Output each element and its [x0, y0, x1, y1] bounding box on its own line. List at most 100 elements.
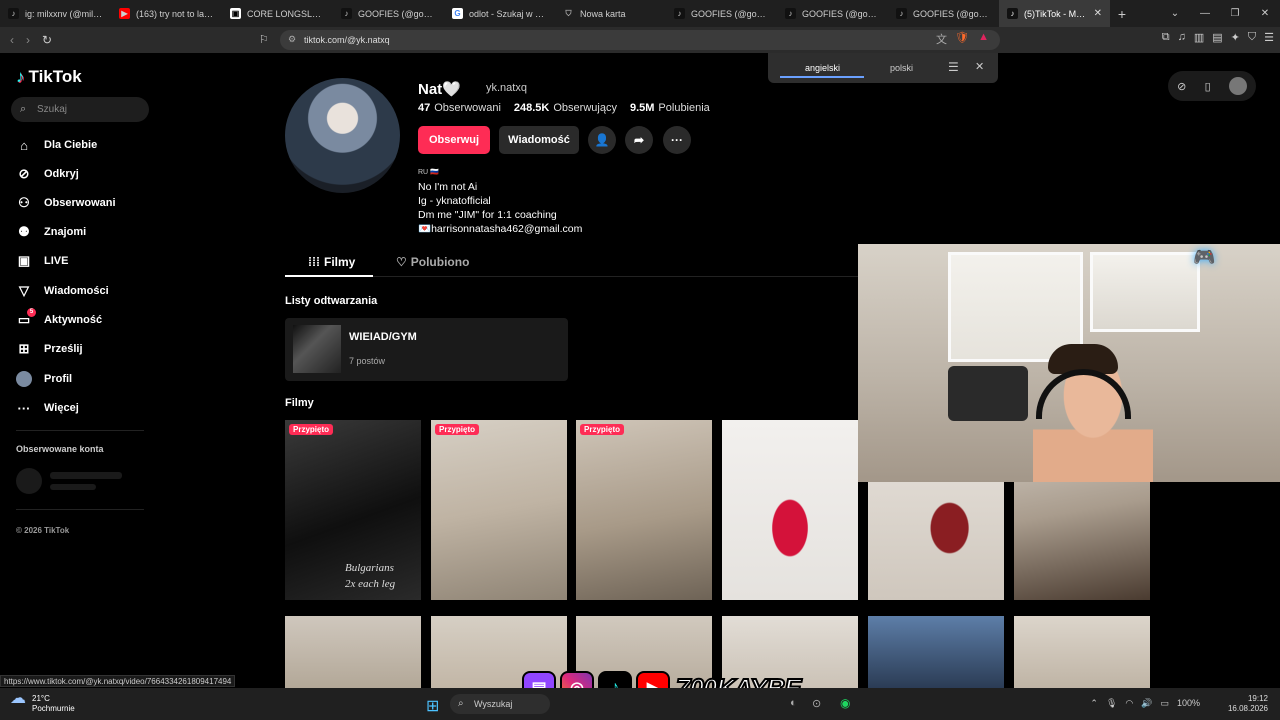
browser-tab[interactable]: ♪GOOFIES (@goofies1: [777, 0, 888, 27]
browser-tab[interactable]: ⛉ Nowa karta: [555, 0, 666, 27]
menu-icon[interactable]: ☰: [948, 60, 959, 74]
close-window-icon[interactable]: ✕: [1250, 8, 1280, 19]
close-icon[interactable]: ✕: [975, 60, 984, 73]
tiktok-logo[interactable]: ♪ TikTok: [16, 67, 82, 87]
sidebar-item-activity[interactable]: ▭ 5 Aktywność: [16, 308, 102, 331]
coins-icon[interactable]: ⊘: [1177, 80, 1186, 93]
back-icon[interactable]: ‹: [10, 33, 14, 47]
tab-videos[interactable]: ⁞⁞⁞ Filmy: [308, 255, 355, 269]
taskbar-search[interactable]: ⌕ Wyszukaj: [450, 694, 550, 714]
friends-icon: ⚉: [18, 224, 30, 239]
spotify-icon[interactable]: ◉: [840, 696, 850, 710]
browser-tab[interactable]: ♪GOOFIES (@goofies1: [888, 0, 999, 27]
sidebar-item-messages[interactable]: ▽ Wiadomości: [16, 280, 109, 302]
menu-icon[interactable]: ☰: [1264, 31, 1274, 44]
app-icon[interactable]: ⊙: [812, 697, 821, 710]
sidebar-item-for-you[interactable]: ⌂ Dla Ciebie: [16, 134, 97, 156]
taskbar-clock[interactable]: 19:12 16.08.2026: [1228, 694, 1268, 714]
video-thumbnail[interactable]: [285, 616, 421, 688]
browser-tab-active[interactable]: ♪ (5)TikTok - Make ✕: [999, 0, 1110, 27]
following-stat[interactable]: 47 Obserwowani: [418, 102, 501, 114]
app-icon[interactable]: ◐: [790, 697, 797, 709]
youtube-icon: ▶: [119, 8, 130, 19]
profile-name: Nat🤍: [418, 81, 461, 98]
leo-icon[interactable]: ✦: [1231, 31, 1240, 44]
extensions-icon[interactable]: ⧉: [1162, 31, 1170, 44]
brave-shield-icon[interactable]: 🛡: [955, 31, 969, 44]
home-icon: ⌂: [20, 137, 28, 153]
vpn-icon[interactable]: ⛉: [1248, 31, 1256, 44]
microphone-icon[interactable]: 🎙: [1106, 698, 1117, 709]
more-options-icon[interactable]: ···: [663, 126, 691, 154]
minimize-icon[interactable]: —: [1190, 8, 1220, 19]
site-info-icon[interactable]: ⚙: [288, 34, 296, 45]
tiktok-icon: ♪: [1007, 8, 1018, 19]
chevron-up-icon[interactable]: ⌃: [1090, 698, 1098, 709]
wifi-icon[interactable]: ◠: [1125, 698, 1133, 709]
video-thumbnail[interactable]: [1014, 616, 1150, 688]
sidebar-item-explore[interactable]: ⊘ Odkryj: [16, 163, 79, 185]
source-language-tab[interactable]: angielski: [805, 63, 840, 73]
media-icon[interactable]: ♫: [1178, 31, 1186, 44]
video-thumbnail[interactable]: Przypięto: [431, 420, 567, 600]
user-avatar[interactable]: [1228, 77, 1247, 95]
browser-tab[interactable]: ▣CORE LONGSLEEVE O: [222, 0, 333, 27]
sidebar-item-friends[interactable]: ⚉ Znajomi: [16, 221, 86, 243]
weather-widget[interactable]: ☁ 21°C Pochmurnie: [10, 690, 75, 714]
activity-icon: ▭ 5: [16, 308, 36, 328]
browser-tab[interactable]: Godlot - Szukaj w Goog: [444, 0, 555, 27]
playlist-name: WIEIAD/GYM: [349, 331, 417, 343]
sidebar-icon[interactable]: ▥: [1194, 31, 1204, 44]
browser-tab[interactable]: ♪GOOFIES (@goofies1: [666, 0, 777, 27]
playlist-card[interactable]: WIEIAD/GYM 7 postów: [285, 318, 568, 381]
sidebar-item-live[interactable]: ▣ LIVE: [16, 250, 69, 272]
share-icon[interactable]: ➦: [625, 126, 653, 154]
follow-button[interactable]: Obserwuj: [418, 126, 490, 154]
cloud-icon: ☁: [10, 690, 26, 707]
close-tab-icon[interactable]: ✕: [1094, 8, 1102, 19]
sidebar-item-more[interactable]: ··· Więcej: [16, 397, 79, 419]
profile-tabs: ⁞⁞⁞ Filmy ♡ Polubiono: [285, 251, 858, 277]
device-icon[interactable]: ▯: [1205, 80, 1211, 93]
target-language-tab[interactable]: polski: [890, 63, 913, 73]
search-icon: ⌕: [458, 698, 464, 709]
message-button[interactable]: Wiadomość: [499, 126, 579, 154]
windows-start-icon[interactable]: ⊞: [426, 696, 439, 716]
compass-icon: ⊘: [18, 166, 30, 181]
reload-icon[interactable]: ↻: [42, 33, 52, 47]
forward-icon[interactable]: ›: [26, 33, 30, 47]
sidebar-item-following[interactable]: ⚇ Obserwowani: [16, 192, 115, 214]
windows-taskbar: ☁ 21°C Pochmurnie ⊞ ⌕ Wyszukaj ◐ ⊙ ◉ ⌃ 🎙 ◠…: [0, 688, 1280, 720]
video-thumbnail[interactable]: Przypięto: [576, 420, 712, 600]
browser-tab[interactable]: ♪ig: milxxnv (@milvnka: [0, 0, 111, 27]
profile-avatar[interactable]: [285, 78, 400, 193]
bookmark-icon[interactable]: ⚐: [259, 33, 269, 46]
browser-tab[interactable]: ▶ (163) try not to laugh: [111, 0, 222, 27]
tab-liked[interactable]: ♡ Polubiono: [396, 255, 469, 269]
tiktok-icon: ♪: [896, 8, 907, 19]
sidebar-item-profile[interactable]: Profil: [16, 368, 72, 390]
add-friend-icon[interactable]: 👤: [588, 126, 616, 154]
wallet-icon[interactable]: ▤: [1212, 31, 1222, 44]
search-input[interactable]: ⌕ Szukaj: [11, 97, 149, 122]
battery-icon[interactable]: ▭: [1160, 698, 1169, 709]
maximize-icon[interactable]: ❐: [1220, 8, 1250, 19]
profile-handle: yk.natxq: [486, 82, 527, 94]
rewards-icon[interactable]: ▲: [978, 31, 989, 43]
volume-icon[interactable]: 🔊: [1141, 698, 1152, 709]
bio-email-link[interactable]: 💌harrisonnatasha462@gmail.com: [418, 222, 582, 236]
sidebar-item-upload[interactable]: ⊞ Prześlij: [16, 338, 83, 360]
bio-line: Dm me "JIM" for 1:1 coaching: [418, 209, 557, 221]
browser-tab[interactable]: ♪GOOFIES (@goofies1: [333, 0, 444, 27]
messages-icon: ▽: [19, 283, 29, 298]
followers-stat[interactable]: 248.5K Obserwujący: [514, 102, 617, 114]
url-field[interactable]: ⚙ tiktok.com/@yk.natxq: [280, 30, 1000, 50]
tab-list-icon[interactable]: ⌄: [1160, 8, 1190, 19]
video-thumbnail[interactable]: [722, 420, 858, 600]
video-thumbnail[interactable]: Przypięto Bulgarians 2x each leg: [285, 420, 421, 600]
new-tab-button[interactable]: +: [1110, 6, 1134, 22]
tiktok-icon: ♪: [16, 67, 25, 86]
translate-icon[interactable]: 文: [936, 31, 947, 47]
shop-icon: ▣: [230, 8, 241, 19]
video-thumbnail[interactable]: [868, 616, 1004, 688]
